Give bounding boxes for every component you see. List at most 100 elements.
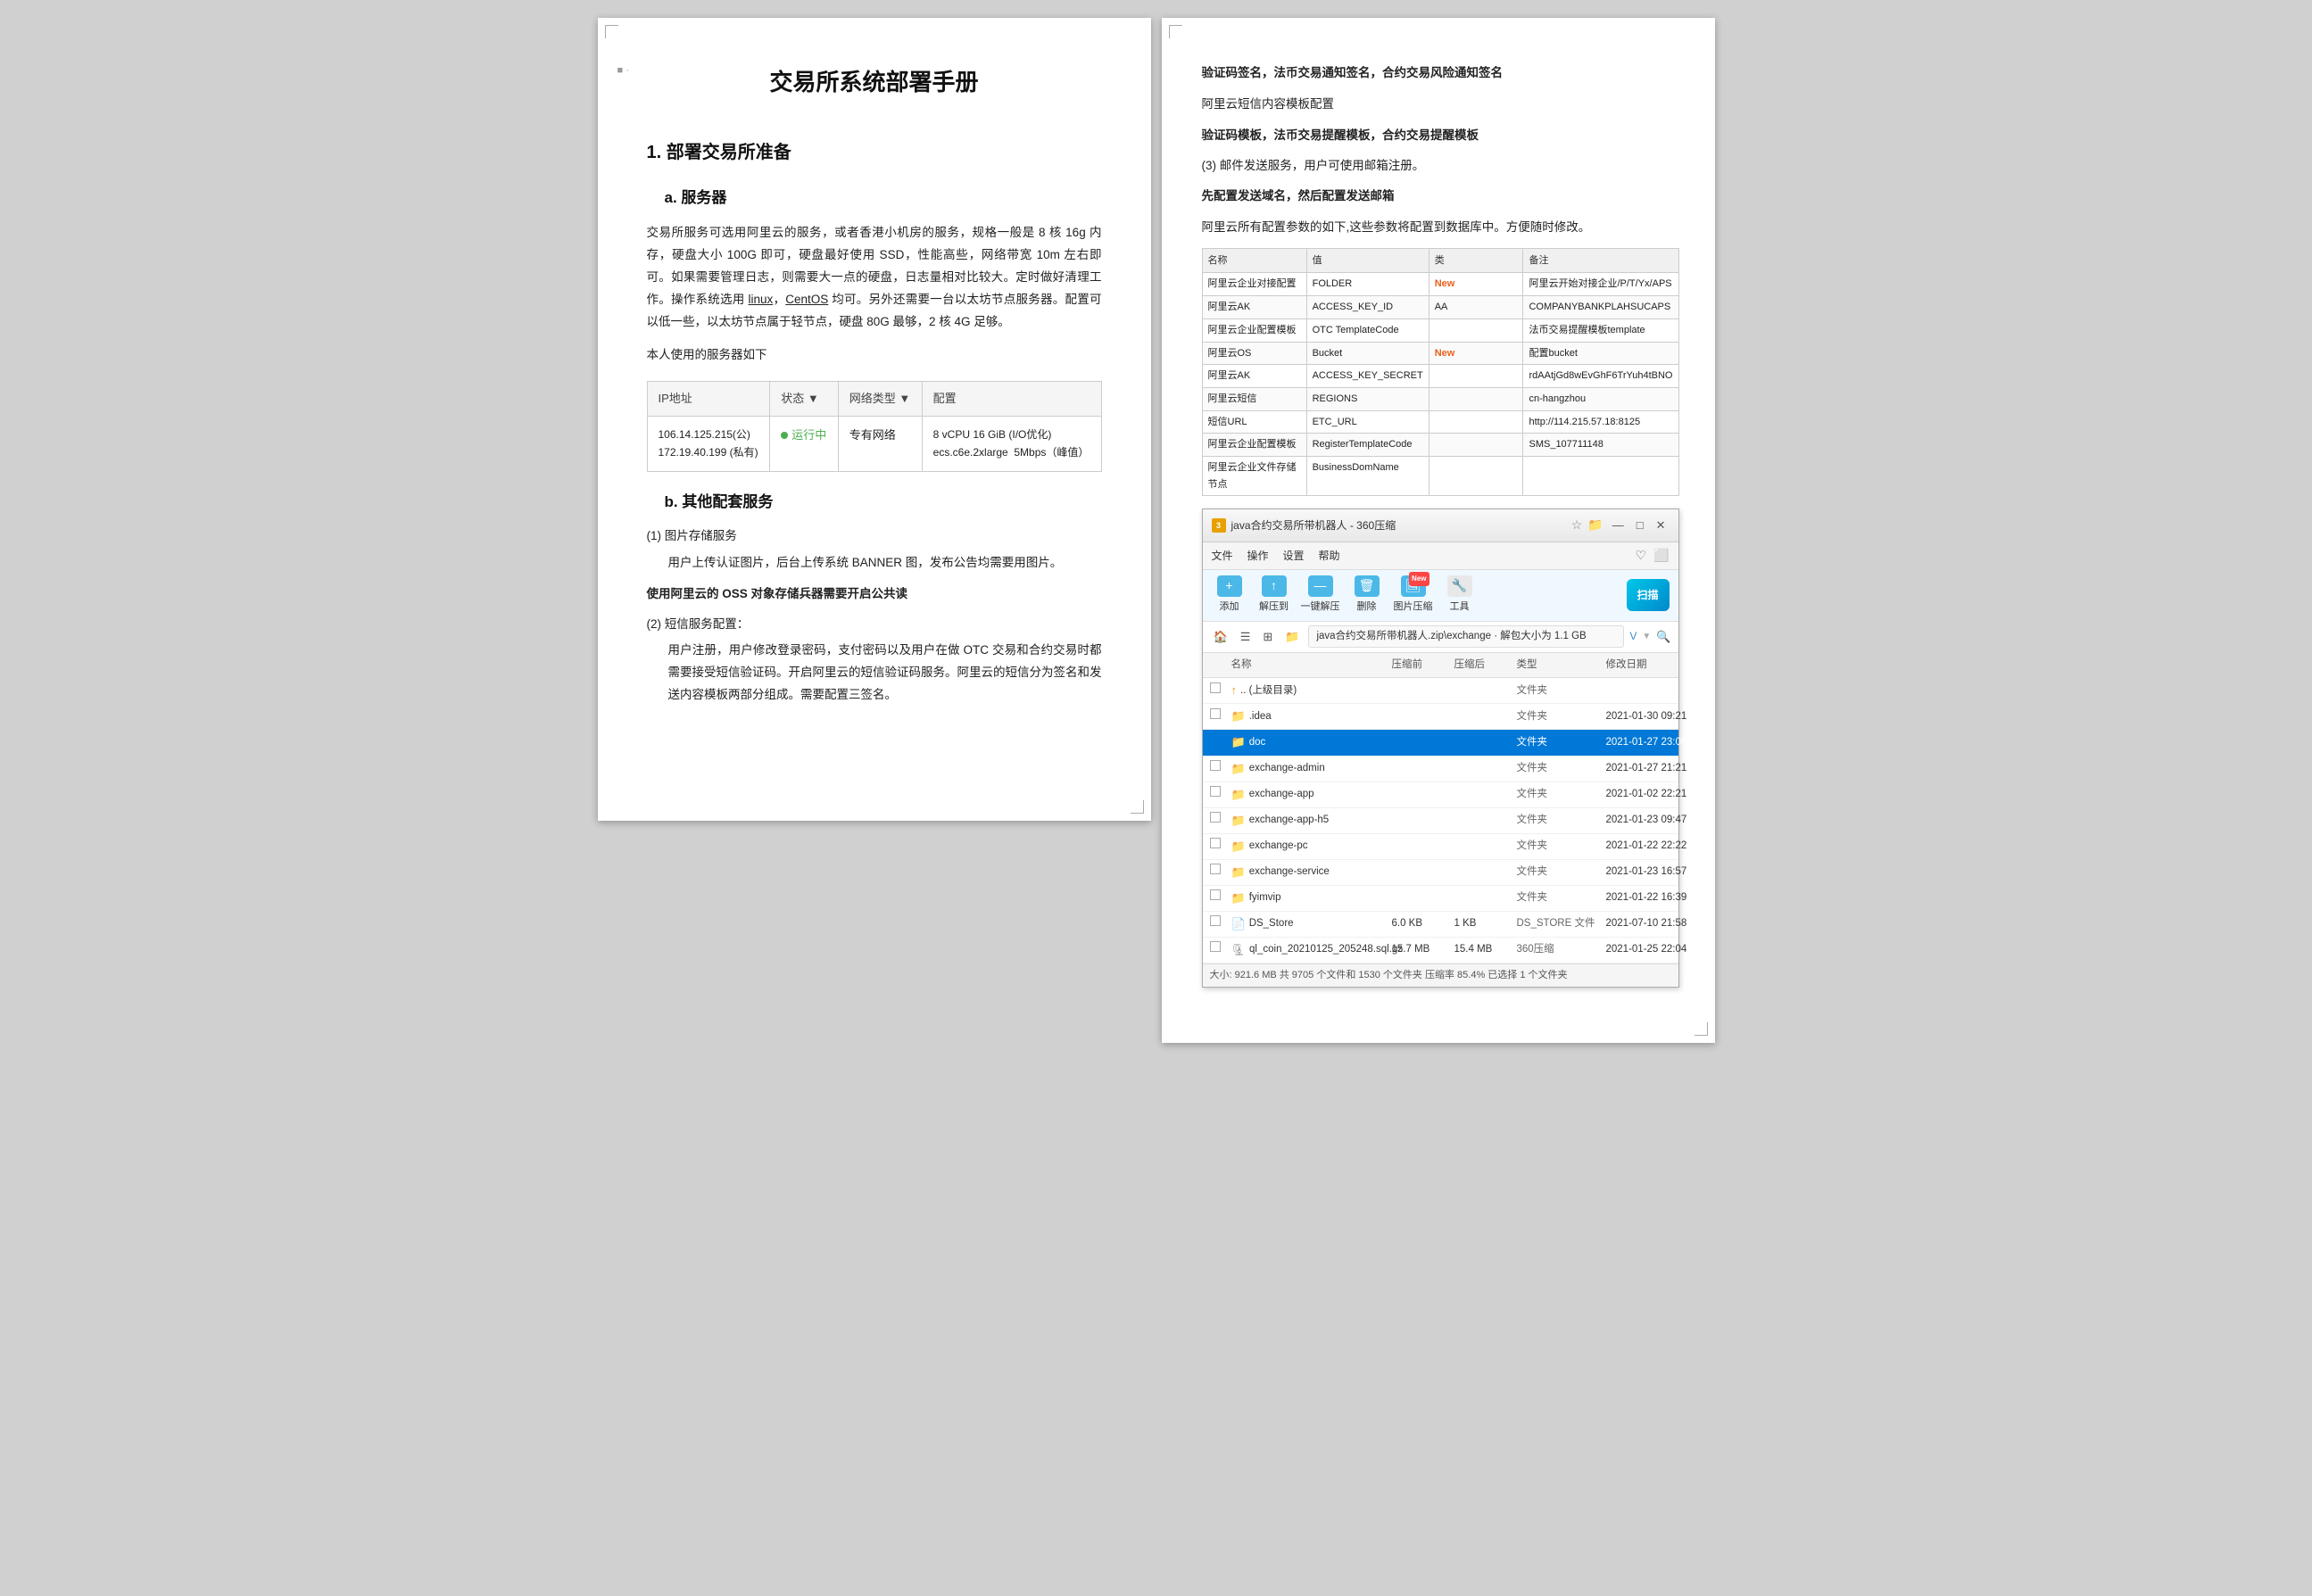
file-checkbox[interactable] bbox=[1210, 786, 1231, 804]
new-badge: New bbox=[1409, 572, 1429, 586]
col-name[interactable]: 名称 bbox=[1231, 657, 1392, 674]
file-name-text: exchange-pc bbox=[1249, 838, 1308, 856]
fm-share-icon[interactable]: ⬜ bbox=[1653, 545, 1669, 566]
file-row[interactable]: 📁 .idea 文件夹 2021-01-30 09:21 bbox=[1203, 704, 1678, 730]
file-row[interactable]: 📁 fyimvip 文件夹 2021-01-22 16:39 bbox=[1203, 886, 1678, 912]
tools-icon: 🔧 bbox=[1447, 575, 1472, 597]
tool-compress-btn[interactable]: 🖼 New 图片压缩 bbox=[1394, 575, 1433, 616]
menu-ops[interactable]: 操作 bbox=[1247, 547, 1269, 565]
config-row: 阿里云企业文件存储节点BusinessDomName bbox=[1202, 456, 1678, 495]
fm-title-controls[interactable]: ☆ 📁 — □ ✕ bbox=[1571, 515, 1670, 536]
config-cell bbox=[1429, 387, 1523, 410]
file-row[interactable]: 📁 doc 文件夹 2021-01-27 23:08 bbox=[1203, 730, 1678, 756]
menu-settings[interactable]: 设置 bbox=[1283, 547, 1305, 565]
col-date[interactable]: 修改日期 bbox=[1606, 657, 1731, 674]
file-name: 🗜 ql_coin_20210125_205248.sql.gz bbox=[1231, 940, 1392, 960]
config-cell: ACCESS_KEY_SECRET bbox=[1306, 365, 1429, 388]
tool-onekey-btn[interactable]: — 一键解压 bbox=[1301, 575, 1340, 616]
file-type: 文件夹 bbox=[1517, 708, 1606, 726]
file-checkbox[interactable] bbox=[1210, 812, 1231, 830]
file-checkbox[interactable] bbox=[1210, 864, 1231, 881]
menu-file[interactable]: 文件 bbox=[1212, 547, 1233, 565]
fm-titlebar: 3 java合约交易所带机器人 - 360压缩 ☆ 📁 — □ ✕ bbox=[1203, 509, 1678, 542]
config-cell: http://114.215.57.18:8125 bbox=[1523, 410, 1678, 434]
file-row[interactable]: 🗜 ql_coin_20210125_205248.sql.gz 15.7 MB… bbox=[1203, 938, 1678, 963]
file-row[interactable]: 📁 exchange-admin 文件夹 2021-01-27 21:21 bbox=[1203, 757, 1678, 782]
server-ip: 106.14.125.215(公)172.19.40.199 (私有) bbox=[647, 416, 770, 471]
page-title: 交易所系统部署手册 bbox=[647, 62, 1102, 102]
tool-onekey-label: 一键解压 bbox=[1301, 599, 1340, 616]
file-row[interactable]: 📁 exchange-service 文件夹 2021-01-23 16:57 bbox=[1203, 860, 1678, 886]
config-cell: FOLDER bbox=[1306, 273, 1429, 296]
file-folder-icon: 📁 bbox=[1231, 811, 1246, 831]
left-page: ■ · 交易所系统部署手册 1. 部署交易所准备 a. 服务器 交易所服务可选用… bbox=[598, 18, 1151, 821]
file-name-text: ql_coin_20210125_205248.sql.gz bbox=[1249, 941, 1403, 959]
subsection-b-title: b. 其他配套服务 bbox=[665, 490, 1102, 516]
config-cell: 阿里云企业对接配置 bbox=[1202, 273, 1306, 296]
config-cell: Bucket bbox=[1306, 342, 1429, 365]
file-checkbox[interactable] bbox=[1210, 760, 1231, 778]
tool-extract-label: 解压到 bbox=[1259, 599, 1289, 616]
file-checkbox[interactable] bbox=[1210, 838, 1231, 856]
file-row[interactable]: ↑ .. (上级目录) 文件夹 bbox=[1203, 678, 1678, 704]
file-checkbox[interactable] bbox=[1210, 941, 1231, 959]
config-cell: ACCESS_KEY_ID bbox=[1306, 296, 1429, 319]
file-row[interactable]: 📁 exchange-pc 文件夹 2021-01-22 22:22 bbox=[1203, 834, 1678, 860]
fm-star-btn[interactable]: ☆ bbox=[1571, 515, 1583, 536]
config-row: 阿里云AKACCESS_KEY_SECRETrdAAtjGd8wEvGhF6Tr… bbox=[1202, 365, 1678, 388]
config-cell: 阿里云企业配置模板 bbox=[1202, 318, 1306, 342]
config-cell: 配置bucket bbox=[1523, 342, 1678, 365]
file-type: 文件夹 bbox=[1517, 786, 1606, 804]
tool-add-btn[interactable]: + 添加 bbox=[1212, 575, 1247, 616]
file-row[interactable]: 📁 exchange-app 文件夹 2021-01-02 22:21 bbox=[1203, 782, 1678, 808]
config-cell: COMPANYBANKPLAHSUCAPS bbox=[1523, 296, 1678, 319]
file-checkbox[interactable] bbox=[1210, 889, 1231, 907]
fm-menu-bar: 文件 操作 设置 帮助 ♡ ⬜ bbox=[1203, 542, 1678, 570]
file-row[interactable]: 📄 DS_Store 6.0 KB 1 KB DS_STORE 文件 2021-… bbox=[1203, 912, 1678, 938]
nav-grid-btn[interactable]: ⊞ bbox=[1259, 625, 1276, 649]
fm-title-text: java合约交易所带机器人 - 360压缩 bbox=[1231, 517, 1396, 534]
right-line3-bold: 验证码模板，法币交易提醒模板，合约交易提醒模板 bbox=[1202, 128, 1479, 142]
scan-btn[interactable]: 扫描 bbox=[1627, 579, 1670, 611]
fm-search-icon[interactable]: 🔍 bbox=[1656, 627, 1670, 647]
file-name: 📁 exchange-service bbox=[1231, 863, 1392, 882]
file-checkbox[interactable] bbox=[1210, 734, 1231, 752]
col-uncompressed[interactable]: 压缩后 bbox=[1454, 657, 1517, 674]
config-cell: 阿里云企业配置模板 bbox=[1202, 434, 1306, 457]
file-checkbox[interactable] bbox=[1210, 708, 1231, 726]
file-checkbox[interactable] bbox=[1210, 915, 1231, 933]
file-folder-icon: 📁 bbox=[1231, 889, 1246, 908]
col-type[interactable]: 类型 bbox=[1517, 657, 1606, 674]
file-name: 📁 exchange-pc bbox=[1231, 837, 1392, 856]
file-folder-icon: 📁 bbox=[1231, 837, 1246, 856]
tool-extract-btn[interactable]: ↑ 解压到 bbox=[1256, 575, 1292, 616]
subsection-a-title: a. 服务器 bbox=[665, 186, 1102, 211]
config-cell bbox=[1429, 434, 1523, 457]
file-name: 📁 .idea bbox=[1231, 707, 1392, 726]
fm-close-btn[interactable]: ✕ bbox=[1653, 516, 1670, 535]
path-dropdown[interactable]: ▼ bbox=[1642, 629, 1651, 644]
config-col-desc: 备注 bbox=[1523, 248, 1678, 273]
fm-heart-icon[interactable]: ♡ bbox=[1636, 545, 1647, 566]
fm-maximize-btn[interactable]: □ bbox=[1633, 516, 1647, 535]
file-row[interactable]: 📁 exchange-app-h5 文件夹 2021-01-23 09:47 bbox=[1203, 808, 1678, 834]
nav-home-btn[interactable]: 🏠 bbox=[1210, 625, 1231, 649]
tool-tools-label: 工具 bbox=[1450, 599, 1470, 616]
right-line3: 验证码模板，法币交易提醒模板，合约交易提醒模板 bbox=[1202, 125, 1679, 147]
file-name-text: .. (上级目录) bbox=[1240, 682, 1297, 700]
fm-folder-btn[interactable]: 📁 bbox=[1587, 515, 1603, 536]
config-cell: New bbox=[1429, 273, 1523, 296]
tool-tools-btn[interactable]: 🔧 工具 bbox=[1442, 575, 1478, 616]
table-header-status: 状态 ▼ bbox=[770, 381, 838, 416]
file-name-text: exchange-service bbox=[1249, 864, 1330, 881]
path-version: V bbox=[1629, 627, 1637, 645]
nav-list-btn[interactable]: ☰ bbox=[1237, 625, 1255, 649]
col-compressed[interactable]: 压缩前 bbox=[1392, 657, 1454, 674]
fm-minimize-btn[interactable]: — bbox=[1609, 516, 1628, 535]
file-checkbox[interactable] bbox=[1210, 682, 1231, 700]
config-cell: 短信URL bbox=[1202, 410, 1306, 434]
tool-delete-btn[interactable]: 🗑 删除 bbox=[1349, 575, 1385, 616]
menu-help[interactable]: 帮助 bbox=[1319, 547, 1340, 565]
config-col-val: 类 bbox=[1429, 248, 1523, 273]
config-row: 阿里云AKACCESS_KEY_IDAACOMPANYBANKPLAHSUCAP… bbox=[1202, 296, 1678, 319]
